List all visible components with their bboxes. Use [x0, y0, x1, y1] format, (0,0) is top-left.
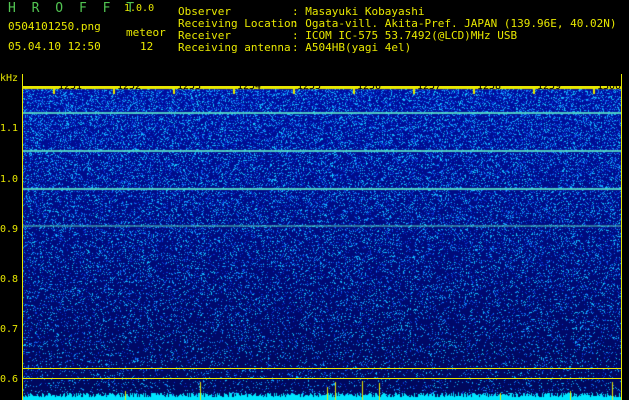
baseline-marker [22, 368, 622, 369]
plot-left-border [22, 74, 23, 400]
baseline-marker [22, 378, 622, 379]
header-panel: H R O F F T 1.0.0 0504101250.png 05.04.1… [0, 0, 629, 74]
meteor-label: meteor [126, 26, 166, 39]
x-tick-label: 1255 [297, 81, 322, 92]
x-tick-label: 1251 [58, 81, 83, 92]
y-tick-label: 0.8 [0, 274, 19, 285]
x-tick-label: 1258 [477, 81, 502, 92]
x-tick-label: 1300 [597, 81, 622, 92]
file-name: 0504101250.png [8, 20, 101, 33]
y-unit-label: kHz [0, 73, 19, 84]
x-tick-label: 1259 [537, 81, 562, 92]
y-tick-label: 1.1 [0, 123, 19, 134]
app-version: 1.0.0 [124, 3, 155, 14]
antenna-value: : A504HB(yagi 4el) [292, 41, 412, 54]
x-tick-label: 1252 [117, 81, 142, 92]
x-tick-label: 1257 [417, 81, 442, 92]
antenna-key: Receiving antenna [178, 41, 291, 54]
y-tick-label: 0.6 [0, 374, 19, 385]
x-tick-label: 1256 [357, 81, 382, 92]
meteor-count: 12 [140, 40, 154, 53]
x-tick-label: 1254 [237, 81, 262, 92]
app-name: H R O F F T [8, 1, 139, 16]
spectrogram-area [0, 74, 629, 400]
datetime: 05.04.10 12:50 [8, 40, 101, 53]
plot-right-border [621, 74, 622, 400]
spectrogram-canvas [22, 86, 622, 400]
y-tick-label: 0.9 [0, 224, 19, 235]
x-tick-label: 1253 [177, 81, 202, 92]
y-tick-label: 1.0 [0, 174, 19, 185]
y-tick-label: 0.7 [0, 324, 19, 335]
